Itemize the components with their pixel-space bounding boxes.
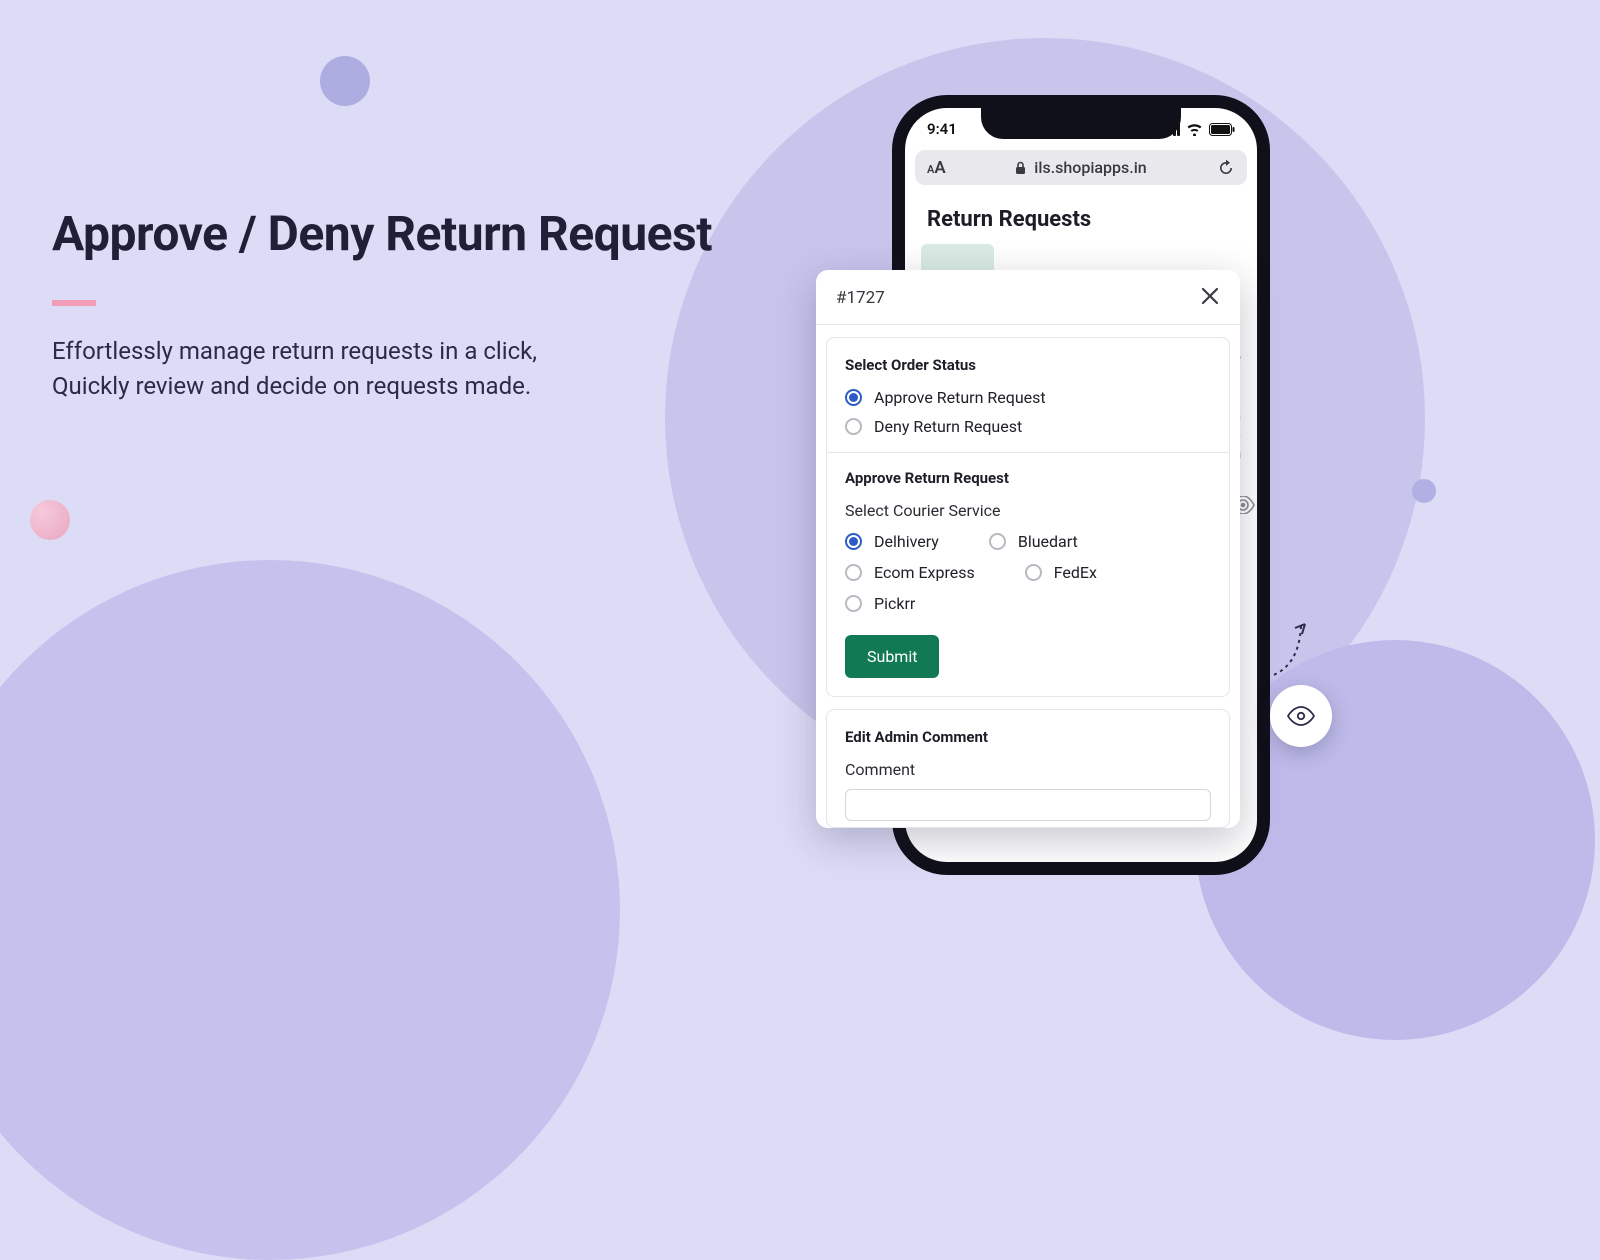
divider: [827, 452, 1229, 453]
pointer-arrow: [1259, 622, 1307, 682]
comment-section: Edit Admin Comment Comment: [826, 709, 1230, 828]
radio-icon: [989, 533, 1006, 550]
comment-input[interactable]: [845, 789, 1211, 821]
radio-deny[interactable]: Deny Return Request: [845, 417, 1211, 436]
modal-card: #1727 Select Order Status Approve Return…: [816, 270, 1240, 828]
radio-bluedart[interactable]: Bluedart: [989, 532, 1078, 551]
radio-approve[interactable]: Approve Return Request: [845, 388, 1211, 407]
page-title: Return Requests: [905, 185, 1257, 240]
status-time: 9:41: [927, 120, 957, 138]
radio-ecom[interactable]: Ecom Express: [845, 563, 975, 582]
radio-delhivery[interactable]: Delhivery: [845, 532, 939, 551]
approve-title: Approve Return Request: [845, 469, 1211, 487]
modal-header: #1727: [816, 270, 1240, 325]
phone-notch: [981, 107, 1181, 139]
close-icon[interactable]: [1200, 286, 1220, 310]
hero-line1: Effortlessly manage return requests in a…: [52, 334, 712, 369]
radio-icon: [1025, 564, 1042, 581]
comment-label: Comment: [845, 760, 1211, 779]
courier-options: Delhivery Bluedart Ecom Express FedEx Pi…: [845, 532, 1211, 613]
radio-icon: [845, 533, 862, 550]
radio-fedex[interactable]: FedEx: [1025, 563, 1097, 582]
hero-line2: Quickly review and decide on requests ma…: [52, 369, 712, 404]
comment-title: Edit Admin Comment: [845, 728, 1211, 746]
hero-title: Approve / Deny Return Request: [52, 205, 712, 262]
radio-icon: [845, 595, 862, 612]
accent-bar: [52, 300, 96, 306]
radio-icon: [845, 389, 862, 406]
hero-block: Approve / Deny Return Request Effortless…: [52, 205, 712, 404]
decor-circle: [0, 560, 620, 1260]
wifi-icon: [1186, 123, 1203, 136]
radio-icon: [845, 564, 862, 581]
view-fab[interactable]: [1270, 685, 1332, 747]
hero-subtext: Effortlessly manage return requests in a…: [52, 334, 712, 404]
decor-circle: [320, 56, 370, 106]
eye-icon: [1287, 706, 1315, 726]
reload-icon[interactable]: [1217, 159, 1235, 177]
radio-bluedart-label: Bluedart: [1018, 532, 1078, 551]
courier-label: Select Courier Service: [845, 501, 1211, 520]
browser-url: ils.shopiapps.in: [1034, 158, 1146, 177]
radio-icon: [845, 418, 862, 435]
radio-fedex-label: FedEx: [1054, 563, 1097, 582]
status-title: Select Order Status: [845, 356, 1211, 374]
radio-pickrr-label: Pickrr: [874, 594, 915, 613]
browser-bar[interactable]: AA ils.shopiapps.in: [915, 150, 1247, 185]
radio-delhivery-label: Delhivery: [874, 532, 939, 551]
lock-icon: [1015, 161, 1026, 175]
modal-order-id: #1727: [836, 288, 885, 308]
radio-ecom-label: Ecom Express: [874, 563, 975, 582]
text-size-icon[interactable]: AA: [927, 158, 946, 178]
radio-pickrr[interactable]: Pickrr: [845, 594, 915, 613]
decor-circle: [1412, 479, 1436, 503]
decor-circle: [30, 500, 70, 540]
status-section: Select Order Status Approve Return Reque…: [826, 337, 1230, 697]
radio-approve-label: Approve Return Request: [874, 388, 1046, 407]
submit-button[interactable]: Submit: [845, 635, 939, 678]
battery-icon: [1209, 123, 1235, 136]
radio-deny-label: Deny Return Request: [874, 417, 1022, 436]
